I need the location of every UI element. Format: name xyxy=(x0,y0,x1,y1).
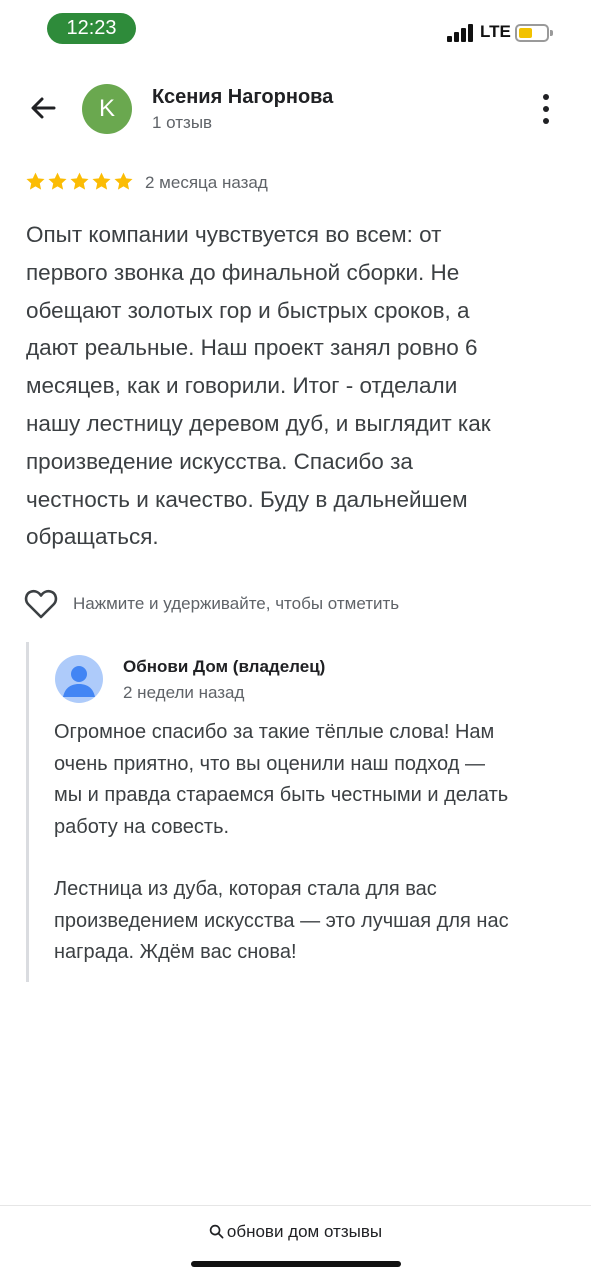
search-query-text: обнови дом отзывы xyxy=(226,1222,383,1241)
reviewer-name[interactable]: Ксения Нагорнова xyxy=(152,86,333,109)
search-query-bar[interactable]: обнови дом отзывы xyxy=(0,1222,591,1242)
review-line: произведение искусства. Спасибо за xyxy=(26,448,413,474)
star-rating xyxy=(25,171,134,195)
battery-icon xyxy=(515,24,549,42)
reply-line: очень приятно, что вы оценили наш подход… xyxy=(54,752,485,775)
like-button[interactable] xyxy=(24,588,58,620)
review-line: нашу лестницу деревом дуб, и выглядит ка… xyxy=(26,410,491,436)
search-icon xyxy=(209,1224,224,1239)
home-indicator[interactable] xyxy=(191,1261,401,1267)
reply-line: Лестница из дуба, которая стала для вас xyxy=(54,878,437,900)
star-icon xyxy=(114,172,133,190)
status-time: 12:23 xyxy=(47,13,136,44)
review-text: Опыт компании чувствуется во всем: от пе… xyxy=(26,216,571,556)
owner-reply-paragraph: Лестница из дуба, которая стала для вас … xyxy=(54,874,574,969)
signal-icon xyxy=(447,24,475,42)
review-line: первого звонка до финальной сборки. Не xyxy=(26,259,460,285)
person-avatar-icon xyxy=(55,655,103,703)
reply-line: Огромное спасибо за такие тёплые слова! … xyxy=(54,721,495,743)
reviewer-avatar[interactable]: K xyxy=(82,84,132,134)
network-type: LTE xyxy=(480,22,511,41)
like-hint[interactable]: Нажмите и удерживайте, чтобы отметить xyxy=(73,594,399,614)
more-options-button[interactable] xyxy=(536,92,556,126)
star-icon xyxy=(48,172,67,190)
battery-tip xyxy=(550,30,553,36)
owner-reply-date: 2 недели назад xyxy=(123,683,245,702)
heart-outline-icon xyxy=(24,589,58,619)
review-line: месяцев, как и говорили. Итог - отделали xyxy=(26,373,458,399)
review-line: обращаться. xyxy=(26,524,159,550)
bottom-divider xyxy=(0,1205,591,1206)
owner-reply-paragraph: Огромное спасибо за такие тёплые слова! … xyxy=(54,717,574,843)
star-icon xyxy=(70,172,89,190)
arrow-left-icon xyxy=(31,97,56,119)
review-line: Опыт компании чувствуется во всем: от xyxy=(26,222,442,247)
status-bar: 12:23 LTE xyxy=(0,0,591,60)
back-button[interactable] xyxy=(24,88,64,128)
reply-line: мы и правда стараемся быть честными и де… xyxy=(54,784,509,806)
star-icon xyxy=(26,172,45,190)
review-line: обещают золотых гор и быстрых сроков, а xyxy=(26,297,470,323)
owner-name: Обнови Дом (владелец) xyxy=(123,657,326,676)
review-line: дают реальные. Наш проект занял ровно 6 xyxy=(26,335,478,361)
reviewer-review-count: 1 отзыв xyxy=(152,113,213,132)
reply-line: награда. Ждём вас снова! xyxy=(54,941,297,963)
reply-line: работу на совесть. xyxy=(54,815,230,838)
review-line: честность и качество. Буду в дальнейшем xyxy=(26,486,468,512)
star-icon xyxy=(92,172,111,190)
reply-line: произведением искусства — это лучшая для… xyxy=(54,909,509,932)
review-date: 2 месяца назад xyxy=(145,173,268,192)
reply-divider xyxy=(26,642,29,982)
